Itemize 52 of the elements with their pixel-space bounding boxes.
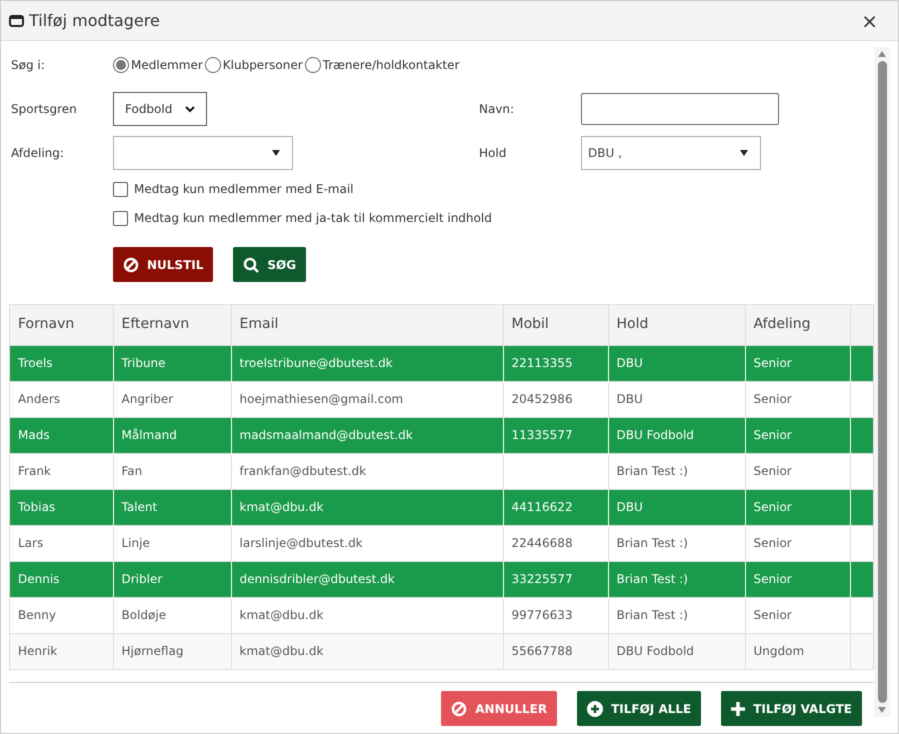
dropdown-arrow-icon	[272, 150, 280, 156]
chevron-down-icon	[185, 106, 195, 112]
table-cell: Hjørneflag	[113, 633, 231, 669]
table-row[interactable]: Anders Angriber hoejmathiesen@gmail.com 20452986 DBU Senior	[10, 381, 873, 417]
checkbox[interactable]	[113, 182, 128, 196]
search-button[interactable]: SØG	[233, 247, 306, 282]
field-label: Sportsgren	[11, 101, 78, 118]
table-row[interactable]: Tobias Talent kmat@dbu.dk 44116622 DBU Senior	[10, 489, 873, 525]
table-row[interactable]: Henrik Hjørneflag kmat@dbu.dk 55667788 DBU Fodbold Ungdom	[10, 633, 873, 669]
checkbox-label: Medtag kun medlemmer med ja-tak til kommercielt indhold	[134, 210, 492, 227]
sport-select[interactable]: Fodbold	[113, 92, 207, 126]
team-select[interactable]: DBU ,	[581, 136, 761, 170]
ban-icon	[123, 256, 139, 272]
field-label: Afdeling:	[11, 145, 65, 162]
table-cell: DBU Fodbold	[608, 633, 745, 669]
window-icon	[9, 14, 24, 26]
table-cell: Henrik	[10, 633, 113, 669]
table-row[interactable]: Troels Tribune troelstribune@dbutest.dk 22113355 DBU Senior	[10, 345, 873, 381]
name-field[interactable]	[581, 93, 779, 125]
table-cell: 55667788	[503, 633, 608, 669]
checkbox-label: Medtag kun medlemmer med E-mail	[134, 181, 354, 198]
radio-label: Klubpersoner	[222, 57, 303, 74]
table-row[interactable]: Frank Fan frankfan@dbutest.dk Brian Test :) Senior	[10, 453, 873, 489]
table-row[interactable]: Mads Målmand madsmaalmand@dbutest.dk 11335577 DBU Fodbold Senior	[10, 417, 873, 453]
add-all-button[interactable]: TILFØJ ALLE	[577, 691, 702, 726]
add-selected-button[interactable]: TILFØJ VALGTE	[721, 691, 862, 726]
radio-button[interactable]	[304, 57, 321, 73]
close-button[interactable]: ×	[861, 10, 878, 30]
search-icon	[243, 256, 260, 272]
radio-label: Trænere/holdkontakter	[322, 57, 460, 74]
table-row[interactable]: Dennis Dribler dennisdribler@dbutest.dk 33225577 Brian Test :) Senior	[10, 561, 873, 597]
ban-icon	[451, 700, 468, 716]
table-row[interactable]: Lars Linje larslinje@dbutest.dk 22446688 Brian Test :) Senior	[10, 525, 873, 561]
checkbox[interactable]	[113, 210, 128, 226]
scroll-down-icon[interactable]	[878, 707, 886, 713]
table-cell: Ungdom	[745, 633, 850, 669]
cancel-button[interactable]: ANNULLER	[441, 691, 558, 726]
plus-circle-icon	[587, 700, 604, 716]
dropdown-arrow-icon	[740, 150, 748, 156]
radio-label: Medlemmer	[131, 57, 203, 74]
field-label: Navn:	[479, 101, 516, 118]
radio-button[interactable]	[204, 57, 221, 73]
field-label: Hold	[479, 145, 508, 162]
window-title: Tilføj modtagere	[29, 10, 160, 32]
scrollbar[interactable]	[874, 47, 890, 717]
plus-icon	[731, 702, 746, 716]
table-row[interactable]: Benny Boldøje kmat@dbu.dk 99776633 Brian Test :) Senior	[10, 597, 873, 633]
table-cell: kmat@dbu.dk	[231, 633, 503, 669]
scroll-up-icon[interactable]	[878, 51, 886, 57]
field-label: Søg i:	[11, 57, 46, 74]
radio-button[interactable]	[113, 57, 129, 73]
reset-button[interactable]: NULSTIL	[113, 247, 214, 282]
